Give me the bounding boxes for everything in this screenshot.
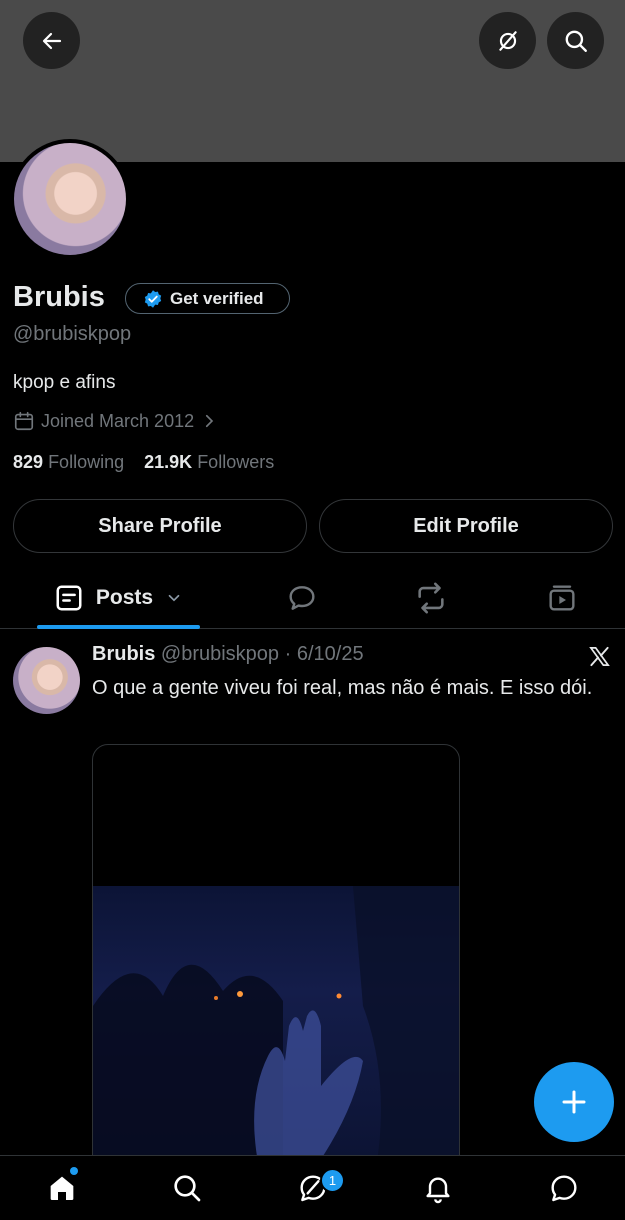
x-logo-icon[interactable]	[588, 645, 611, 668]
search-icon	[565, 30, 587, 52]
search-icon	[174, 1175, 201, 1202]
following-link[interactable]: 829 Following	[13, 452, 124, 472]
post-separator: ·	[279, 643, 297, 665]
follow-stats: 829 Following 21.9K Followers	[13, 452, 274, 473]
post-media[interactable]	[92, 744, 460, 1176]
profile-avatar[interactable]	[10, 139, 130, 259]
verified-badge-icon	[144, 289, 162, 308]
search-button[interactable]	[547, 12, 604, 69]
arrow-left-icon	[42, 32, 61, 49]
back-button[interactable]	[23, 12, 80, 69]
nav-home[interactable]	[44, 1170, 80, 1206]
compose-button[interactable]	[534, 1062, 614, 1142]
followers-link[interactable]: 21.9K Followers	[144, 452, 274, 472]
post-date[interactable]: 6/10/25	[297, 643, 364, 665]
get-verified-button[interactable]: Get verified	[125, 283, 290, 314]
media-icon	[549, 585, 575, 611]
followers-label: Followers	[197, 452, 275, 472]
joined-date: Joined March 2012	[41, 410, 195, 431]
edit-profile-button[interactable]: Edit Profile	[319, 499, 613, 553]
profile-handle: @brubiskpop	[13, 323, 132, 345]
video-scene-graphic	[93, 886, 459, 1175]
nav-messages[interactable]	[546, 1170, 582, 1206]
tab-reposts[interactable]	[401, 570, 461, 626]
grok-icon	[498, 30, 517, 51]
joined-row[interactable]: Joined March 2012	[13, 410, 218, 432]
post-text: O que a gente viveu foi real, mas não é …	[92, 677, 593, 699]
media-video-frame	[93, 886, 459, 1175]
chevron-down-icon	[168, 594, 180, 602]
home-unread-dot	[70, 1167, 78, 1175]
post-author-handle[interactable]: @brubiskpop	[161, 643, 279, 665]
post-avatar[interactable]	[13, 647, 80, 714]
profile-tabs: Posts	[0, 570, 625, 629]
share-profile-button[interactable]: Share Profile	[13, 499, 307, 553]
grok-button[interactable]	[479, 12, 536, 69]
message-bubble-icon	[551, 1175, 577, 1202]
nav-search[interactable]	[169, 1170, 205, 1206]
profile-bio: kpop e afins	[13, 372, 116, 393]
calendar-icon	[14, 411, 34, 431]
grok-badge: 1	[320, 1168, 345, 1193]
tab-posts[interactable]: Posts	[37, 570, 200, 626]
chevron-right-icon	[206, 414, 214, 428]
following-count: 829	[13, 452, 44, 472]
plus-icon	[562, 1090, 586, 1114]
active-tab-indicator	[37, 625, 200, 629]
following-label: Following	[48, 452, 125, 472]
bell-icon	[426, 1177, 450, 1204]
profile-name: Brubis	[13, 281, 105, 313]
reply-icon	[289, 586, 315, 610]
posts-icon	[56, 585, 82, 611]
post-author-name[interactable]: Brubis	[92, 643, 155, 665]
tab-replies[interactable]	[272, 570, 332, 626]
nav-notifications[interactable]	[420, 1170, 456, 1206]
followers-count: 21.9K	[144, 452, 193, 472]
bottom-nav	[0, 1155, 625, 1220]
repost-icon	[418, 582, 444, 614]
home-icon	[50, 1176, 74, 1200]
tab-media[interactable]	[532, 570, 592, 626]
tab-posts-label: Posts	[95, 586, 154, 609]
post-header: Brubis @brubiskpop · 6/10/25	[92, 643, 364, 666]
get-verified-label: Get verified	[170, 288, 264, 308]
